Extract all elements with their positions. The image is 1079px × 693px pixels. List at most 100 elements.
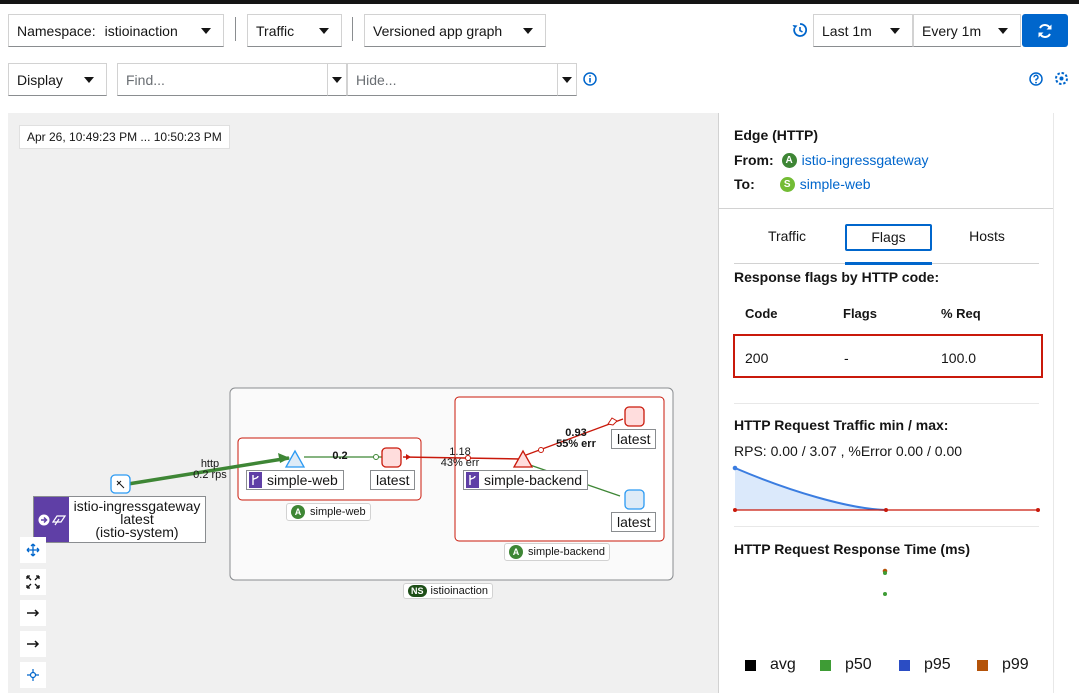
app-chip-simple-backend: A simple-backend (504, 543, 611, 561)
response-time-sparkline (882, 568, 888, 596)
graph-legend-icon[interactable] (20, 662, 46, 688)
workload-node-web-latest (381, 447, 402, 468)
legend-item-avg: avg (745, 656, 796, 674)
namespace-box-label: istioinaction (430, 585, 488, 597)
from-label: From: (734, 152, 774, 168)
hide-input[interactable]: Hide... (347, 63, 558, 96)
app-badge: A (291, 505, 305, 519)
edge-rate: 0.2 rps (193, 469, 227, 481)
fit-to-screen-icon[interactable] (20, 569, 46, 595)
edge-label-latest-backend: 1.18 43% err (434, 447, 486, 469)
refresh-interval-label: Every 1m (922, 22, 982, 39)
display-label: Display (17, 71, 63, 88)
sync-icon (1038, 23, 1052, 38)
service-name: simple-web (267, 472, 338, 488)
edge-to-row: To: S simple-web (734, 176, 871, 192)
graph-canvas[interactable]: Apr 26, 10:49:23 PM ... 10:50:23 PM http… (8, 113, 718, 693)
duration-label: Last 1m (822, 22, 872, 39)
top-border (0, 0, 1079, 4)
find-input[interactable]: Find... (117, 63, 328, 96)
gateway-icon (34, 497, 69, 542)
toolbar-divider (235, 17, 236, 41)
workload-label-web-latest[interactable]: latest (370, 470, 416, 490)
graph-edges (110, 387, 674, 581)
tab-hosts[interactable]: Hosts (949, 228, 1025, 244)
chevron-down-icon (998, 28, 1008, 34)
find-dropdown-toggle[interactable] (327, 63, 347, 96)
chevron-down-icon (201, 28, 211, 34)
highlighted-row (733, 334, 1043, 378)
namespace-select[interactable]: Namespace: istioinaction (8, 14, 224, 47)
table-header-flags: Flags (843, 306, 877, 321)
graph-settings-icon[interactable] (1054, 71, 1069, 91)
app-badge: A (509, 545, 523, 559)
graph-type-label: Versioned app graph (373, 22, 503, 39)
layout-arrow-icon[interactable] (20, 631, 46, 657)
divider (719, 208, 1054, 209)
panel-scrollbar[interactable] (1053, 113, 1079, 693)
display-select[interactable]: Display (8, 63, 107, 96)
from-link[interactable]: istio-ingressgateway (802, 152, 929, 168)
legend-item-p50: p50 (820, 656, 872, 674)
legend-item-p95: p95 (899, 656, 951, 674)
traffic-select[interactable]: Traffic (247, 14, 342, 47)
gateway-node-label[interactable]: istio-ingressgateway latest (istio-syste… (33, 496, 206, 543)
workload-label-backend-latest-2[interactable]: latest (611, 512, 657, 532)
workload-label-backend-latest-1[interactable]: latest (611, 429, 657, 449)
hide-dropdown-toggle[interactable] (557, 63, 577, 96)
divider (734, 526, 1039, 527)
to-label: To: (734, 176, 755, 192)
legend-swatch (899, 659, 910, 671)
namespace-label: Namespace: (17, 22, 96, 39)
chevron-down-icon (332, 77, 342, 83)
traffic-sparkline (732, 465, 1040, 512)
duration-select[interactable]: Last 1m (813, 14, 913, 47)
help-icon[interactable] (1029, 72, 1043, 91)
service-label-simple-web[interactable]: simple-web (246, 470, 344, 490)
chevron-down-icon (562, 77, 572, 83)
chevron-down-icon (84, 77, 94, 83)
namespace-badge: NS (408, 585, 427, 597)
edge-label-web-latest: 0.2 (332, 450, 348, 462)
edge-error-rate: 55% err (556, 438, 596, 450)
app-chip-simple-web: A simple-web (286, 503, 371, 521)
traffic-title: HTTP Request Traffic min / max: (734, 417, 949, 433)
history-icon[interactable] (792, 22, 808, 43)
legend-swatch (820, 659, 831, 671)
hide-placeholder: Hide... (356, 71, 397, 88)
service-icon (249, 472, 262, 488)
legend-swatch (977, 659, 988, 671)
layout-arrow-icon[interactable] (20, 600, 46, 626)
pan-icon[interactable] (20, 537, 46, 563)
workload-node-backend-latest-2 (624, 489, 645, 510)
to-link[interactable]: simple-web (800, 176, 871, 192)
chevron-down-icon (890, 28, 900, 34)
graph-type-select[interactable]: Versioned app graph (364, 14, 546, 47)
app-box-label: simple-backend (528, 546, 606, 558)
info-icon[interactable] (583, 72, 597, 91)
panel-title: Edge (HTTP) (734, 127, 818, 143)
edge-label-backend-latest: 0.93 55% err (551, 428, 601, 450)
app-badge: A (781, 152, 797, 168)
divider (734, 403, 1039, 404)
toolbar-divider (352, 17, 353, 41)
refresh-interval-select[interactable]: Every 1m (913, 14, 1021, 47)
edge-from-row: From: A istio-ingressgateway (734, 152, 929, 168)
table-header-code: Code (745, 306, 778, 321)
chevron-down-icon (523, 28, 533, 34)
tab-flags[interactable]: Flags (845, 224, 932, 251)
gateway-namespace: (istio-system) (95, 524, 179, 540)
edge-label-gateway-web: http 0.2 rps (188, 459, 232, 481)
table-header-req: % Req (941, 306, 981, 321)
legend-label: avg (770, 656, 796, 673)
namespace-chip: NS istioinaction (403, 583, 493, 599)
chevron-down-icon (319, 28, 329, 34)
refresh-button[interactable] (1022, 14, 1068, 47)
find-placeholder: Find... (126, 71, 165, 88)
tab-traffic[interactable]: Traffic (747, 228, 827, 244)
service-badge: S (779, 176, 795, 192)
side-panel: Edge (HTTP) From: A istio-ingressgateway… (718, 113, 1054, 693)
edge-error-rate: 43% err (440, 457, 480, 469)
legend-label: p50 (845, 656, 872, 673)
service-label-simple-backend[interactable]: simple-backend (463, 470, 589, 490)
